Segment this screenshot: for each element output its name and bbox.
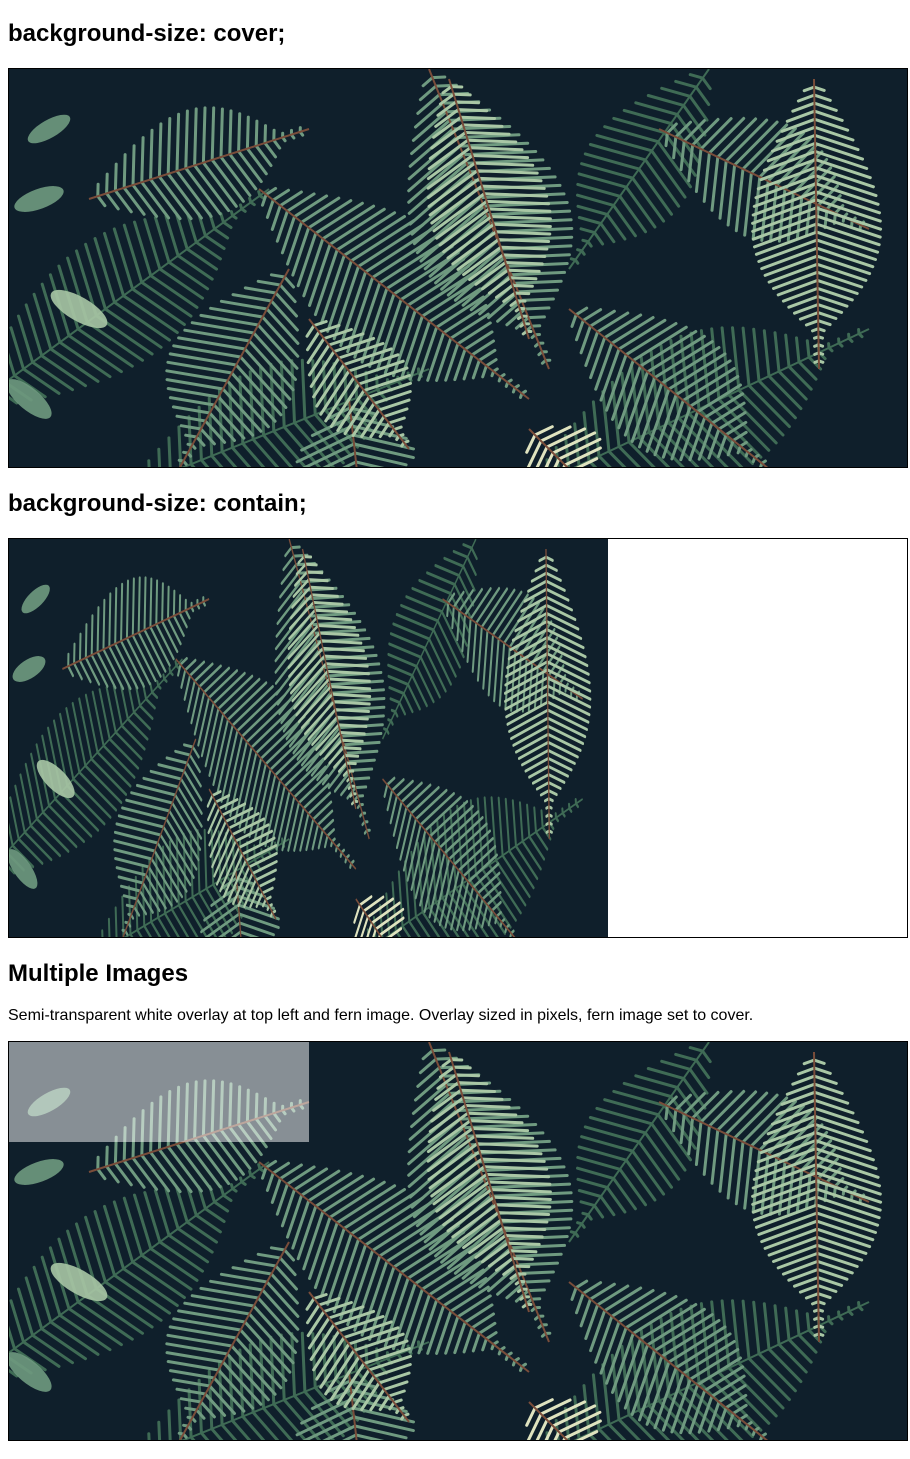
contain-example-box xyxy=(8,538,908,938)
fern-photo xyxy=(9,69,907,467)
contain-heading: background-size: contain; xyxy=(8,490,307,517)
cover-example-box xyxy=(8,68,908,468)
white-overlay xyxy=(9,1042,309,1142)
cover-heading: background-size: cover; xyxy=(8,20,286,47)
fern-photo xyxy=(9,539,608,937)
multiple-images-description: Semi-transparent white overlay at top le… xyxy=(8,1007,754,1024)
multiple-images-heading: Multiple Images xyxy=(8,960,189,987)
multiple-images-example-box xyxy=(8,1041,908,1441)
